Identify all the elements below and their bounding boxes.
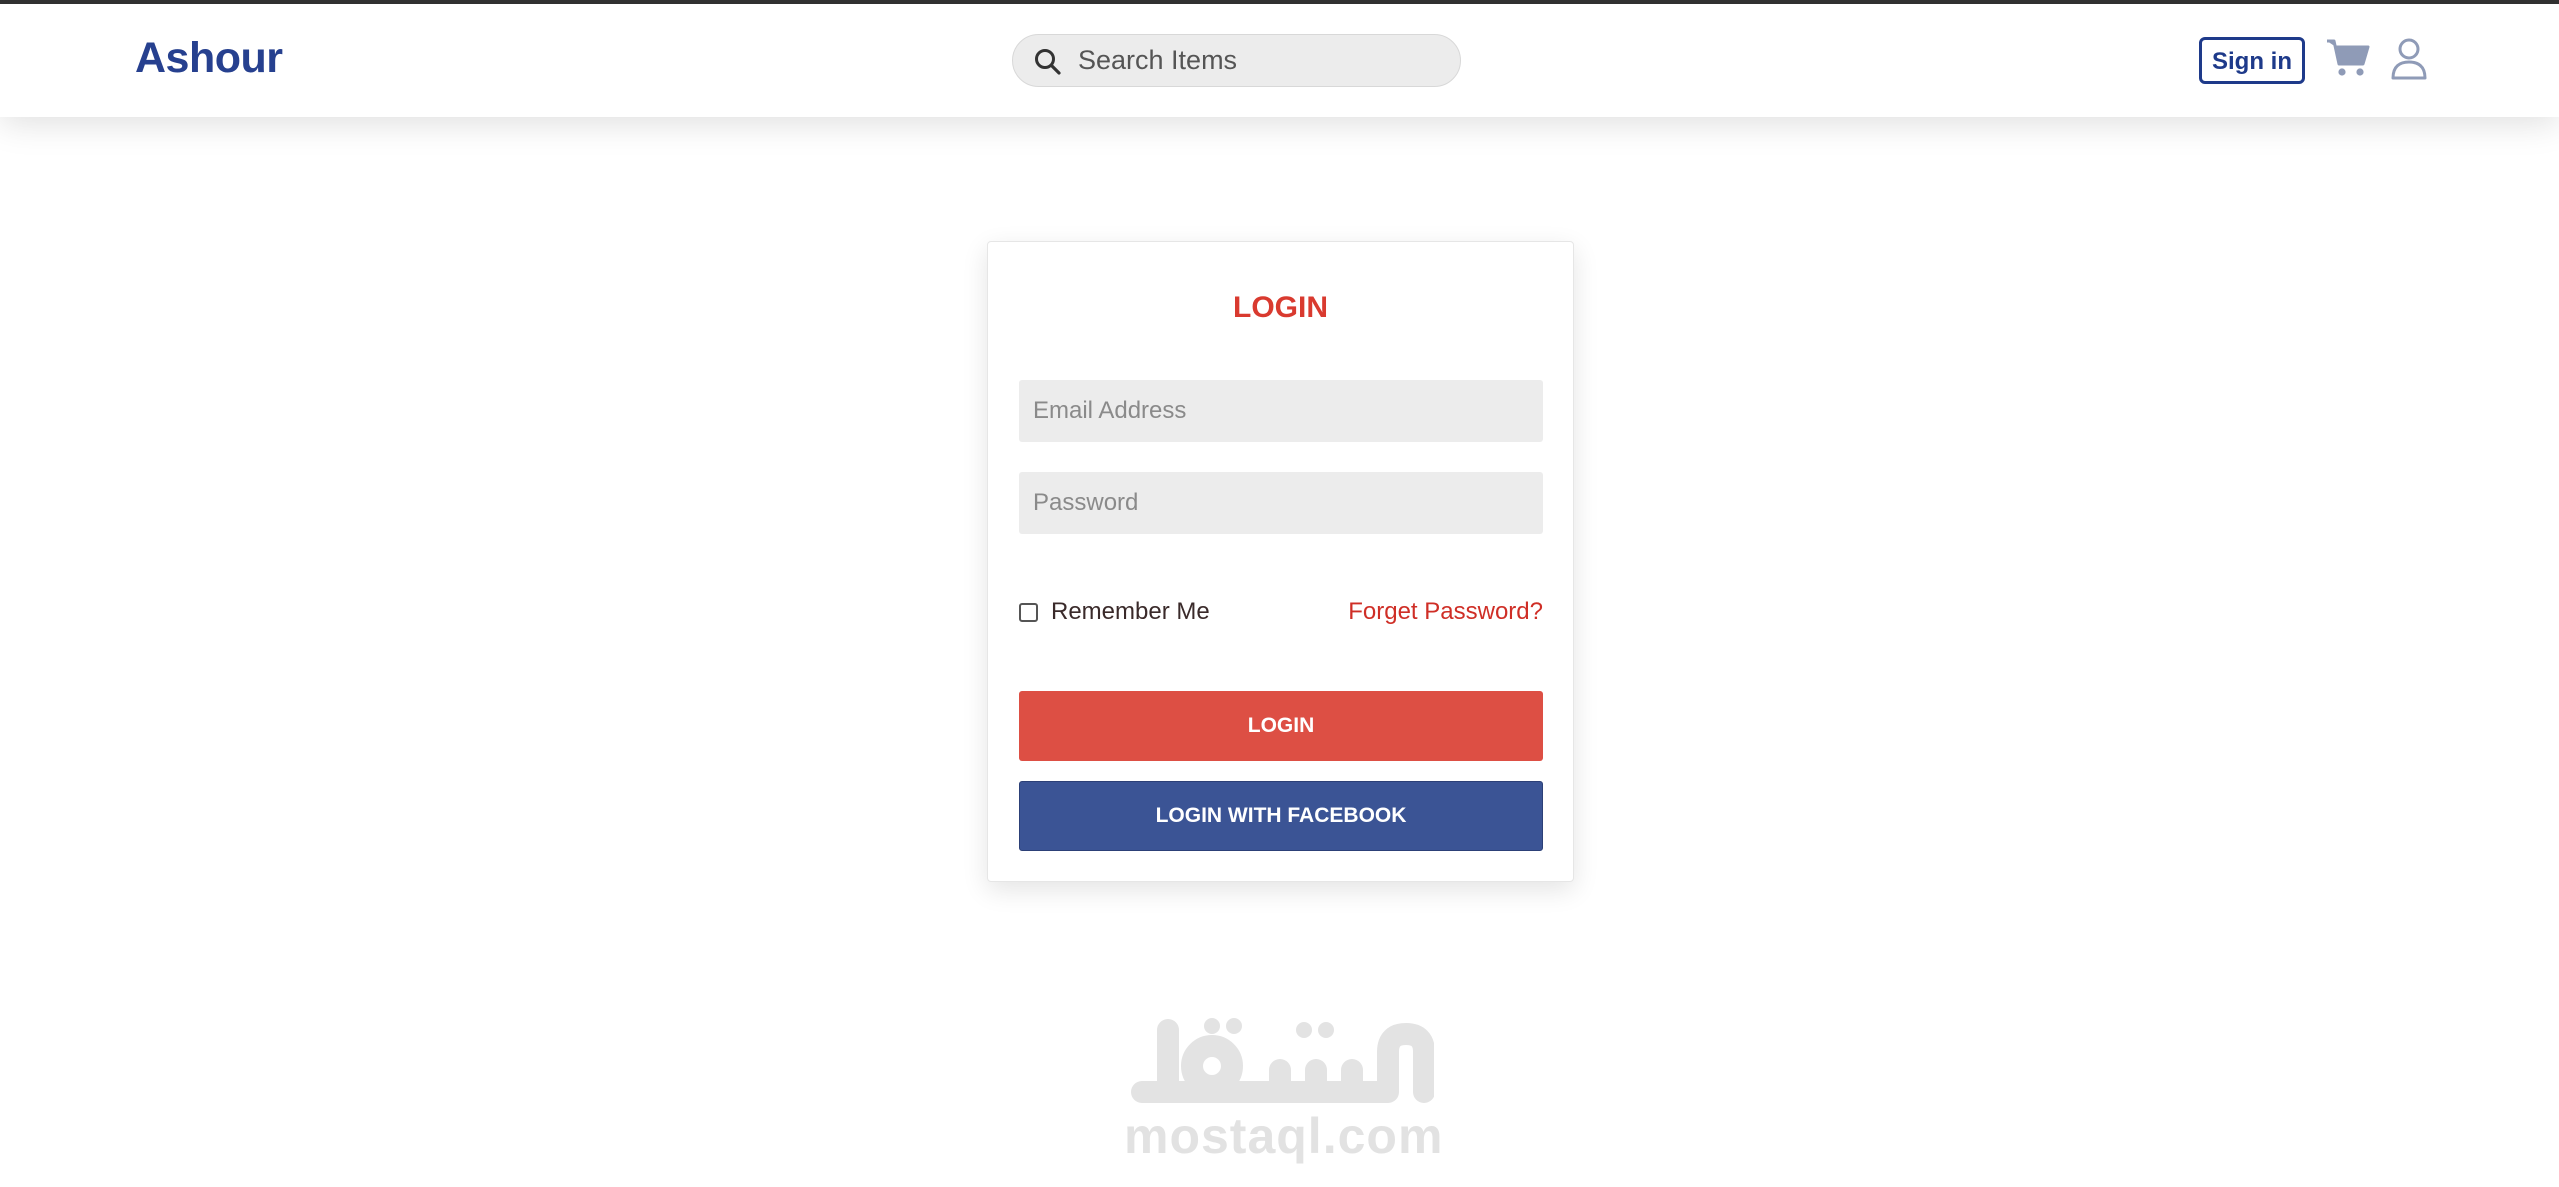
search-input[interactable] <box>1076 35 1446 86</box>
search-bar[interactable] <box>1012 34 1461 87</box>
password-field[interactable] <box>1019 472 1543 534</box>
login-button[interactable]: LOGIN <box>1019 691 1543 761</box>
remember-me-label: Remember Me <box>1051 598 1210 625</box>
login-card: LOGIN Remember Me Forget Password? LOGIN… <box>987 241 1574 882</box>
cart-icon[interactable] <box>2326 38 2370 78</box>
sign-in-button[interactable]: Sign in <box>2199 37 2305 84</box>
user-icon[interactable] <box>2390 38 2428 80</box>
login-title: LOGIN <box>1233 291 1328 324</box>
search-icon <box>1035 49 1061 75</box>
forget-password-link[interactable]: Forget Password? <box>1348 596 1543 628</box>
login-with-facebook-button[interactable]: LOGIN WITH FACEBOOK <box>1019 781 1543 851</box>
navbar: Ashour Sign in <box>0 4 2559 117</box>
brand-logo[interactable]: Ashour <box>135 34 283 83</box>
mostaql-watermark: mostaql.com <box>1124 1012 1444 1164</box>
watermark-text: mostaql.com <box>1124 1108 1444 1164</box>
remember-me-checkbox[interactable] <box>1019 602 1038 622</box>
mostaql-logo-icon <box>1131 1018 1435 1103</box>
remember-me[interactable]: Remember Me <box>1019 596 1210 628</box>
email-field[interactable] <box>1019 380 1543 442</box>
